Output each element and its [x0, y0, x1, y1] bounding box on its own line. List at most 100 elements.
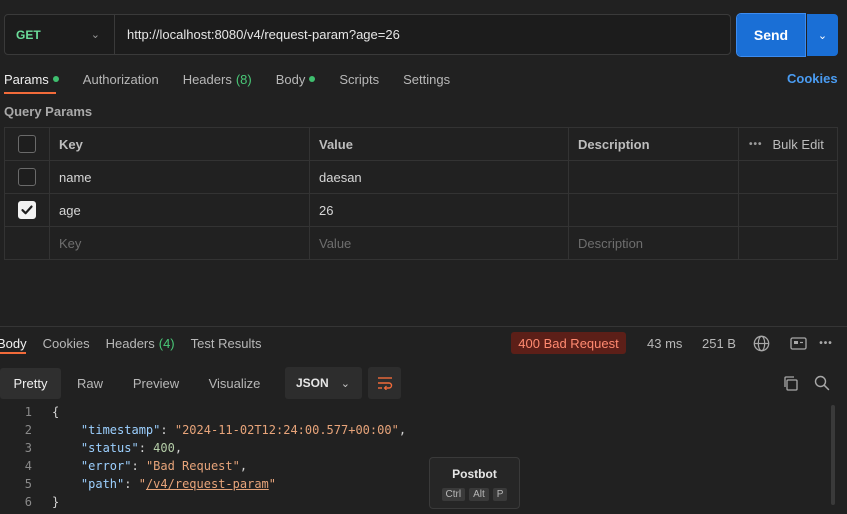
- row-checkbox[interactable]: [18, 201, 36, 219]
- chevron-down-icon: ⌄: [340, 377, 350, 390]
- new-key-input[interactable]: Key: [50, 227, 310, 260]
- more-icon[interactable]: •••: [816, 334, 836, 352]
- header-value: Value: [310, 128, 569, 160]
- select-all-cell: [5, 128, 50, 160]
- shortcut-key: P: [492, 488, 508, 501]
- more-icon: •••: [749, 138, 763, 150]
- tab-label: Authorization: [82, 71, 159, 87]
- code-line: 1{: [24, 405, 60, 419]
- tab-label: Test Results: [190, 335, 262, 351]
- header-actions: ••• Bulk Edit: [739, 128, 837, 160]
- format-label: JSON: [296, 376, 329, 390]
- param-key[interactable]: age: [50, 194, 310, 226]
- tab-label: Body: [0, 335, 27, 351]
- query-params-title: Query Params: [4, 104, 93, 119]
- tab-label: Body: [275, 71, 306, 87]
- tab-label: Scripts: [339, 71, 380, 87]
- bulk-edit-label: Bulk Edit: [772, 136, 824, 152]
- active-tab-indicator: [4, 92, 56, 94]
- view-raw[interactable]: Raw: [61, 368, 119, 399]
- active-tab-indicator: [0, 352, 26, 354]
- chevron-down-icon: ⌄: [90, 29, 100, 41]
- globe-icon[interactable]: [751, 333, 771, 353]
- row-actions: [739, 227, 837, 260]
- scrollbar[interactable]: [831, 405, 835, 505]
- search-icon[interactable]: [812, 374, 832, 392]
- view-visualize[interactable]: Visualize: [193, 368, 276, 399]
- view-pretty[interactable]: Pretty: [0, 368, 61, 399]
- response-divider: [0, 326, 847, 327]
- tab-count: (4): [158, 335, 175, 351]
- chevron-down-icon: ⌄: [817, 29, 828, 42]
- check-icon: [21, 205, 33, 215]
- code-line: 3 "status": 400,: [24, 441, 183, 455]
- query-params-table: Key Value Description ••• Bulk Edit name…: [4, 127, 838, 260]
- table-row: age 26: [5, 194, 837, 227]
- response-tabs: Body Cookies Headers (4) Test Results: [0, 333, 285, 353]
- row-actions: [739, 194, 837, 226]
- tab-label: Headers: [105, 335, 155, 351]
- tab-headers[interactable]: Headers (8): [183, 72, 252, 87]
- request-tabs: Params Authorization Headers (8) Body Scr…: [4, 69, 474, 89]
- param-description[interactable]: [569, 161, 739, 193]
- code-line: 4 "error": "Bad Request",: [24, 459, 248, 473]
- view-mode-tabs: Pretty Raw Preview Visualize: [0, 368, 276, 399]
- postbot-title: Postbot: [452, 467, 497, 481]
- header-description: Description: [569, 128, 739, 160]
- postbot-tooltip[interactable]: Postbot Ctrl Alt P: [429, 457, 520, 509]
- code-line: 2 "timestamp": "2024-11-02T12:24:00.577+…: [24, 423, 407, 437]
- tab-label: Settings: [403, 71, 451, 87]
- view-preview[interactable]: Preview: [119, 368, 193, 399]
- method-label: GET: [16, 27, 41, 42]
- send-options-button[interactable]: ⌄: [807, 14, 838, 56]
- shortcut-key: Ctrl: [441, 488, 466, 501]
- shortcut-key: Alt: [469, 488, 489, 501]
- save-response-icon[interactable]: [788, 334, 808, 352]
- code-line: 5 "path": "/v4/request-param": [24, 477, 277, 491]
- header-key: Key: [50, 128, 310, 160]
- tab-label: Cookies: [42, 335, 90, 351]
- new-description-input[interactable]: Description: [569, 227, 739, 260]
- status-badge[interactable]: 400 Bad Request: [511, 332, 626, 354]
- url-input[interactable]: http://localhost:8080/v4/request-param?a…: [115, 27, 400, 42]
- tab-settings[interactable]: Settings: [403, 72, 450, 87]
- tab-response-headers[interactable]: Headers (4): [106, 336, 175, 351]
- copy-icon[interactable]: [780, 374, 800, 392]
- param-key[interactable]: name: [50, 161, 310, 193]
- row-actions: [739, 161, 837, 193]
- tab-label: Params: [4, 71, 49, 87]
- tab-params[interactable]: Params: [4, 72, 59, 87]
- tab-label: Headers: [182, 71, 232, 87]
- row-check-cell: [5, 161, 50, 193]
- postbot-shortcut: Ctrl Alt P: [441, 488, 508, 501]
- table-row-new: Key Value Description: [5, 227, 837, 260]
- param-description[interactable]: [569, 194, 739, 226]
- tab-authorization[interactable]: Authorization: [83, 72, 159, 87]
- select-all-checkbox[interactable]: [18, 135, 36, 153]
- new-value-input[interactable]: Value: [310, 227, 569, 260]
- tab-scripts[interactable]: Scripts: [339, 72, 379, 87]
- table-header-row: Key Value Description ••• Bulk Edit: [5, 128, 837, 161]
- row-check-cell: [5, 194, 50, 226]
- send-button[interactable]: Send: [736, 13, 806, 57]
- format-select[interactable]: JSON ⌄: [285, 367, 362, 399]
- param-value[interactable]: daesan: [310, 161, 569, 193]
- response-size[interactable]: 251 B: [702, 336, 736, 351]
- tab-response-cookies[interactable]: Cookies: [43, 336, 90, 351]
- code-line: 6}: [24, 495, 60, 509]
- tab-count: (8): [235, 71, 252, 87]
- active-dot: [52, 76, 59, 82]
- response-time[interactable]: 43 ms: [647, 336, 682, 351]
- url-bar: GET ⌄ http://localhost:8080/v4/request-p…: [4, 14, 731, 55]
- param-value[interactable]: 26: [310, 194, 569, 226]
- tab-response-body[interactable]: Body: [0, 336, 27, 351]
- row-checkbox[interactable]: [18, 168, 36, 186]
- cookies-link[interactable]: Cookies: [787, 71, 838, 86]
- tab-body[interactable]: Body: [276, 72, 316, 87]
- active-dot: [309, 76, 316, 82]
- tab-test-results[interactable]: Test Results: [191, 336, 262, 351]
- wrap-icon: [377, 377, 392, 390]
- wrap-lines-button[interactable]: [368, 367, 401, 399]
- bulk-edit-button[interactable]: ••• Bulk Edit: [749, 137, 824, 152]
- method-select[interactable]: GET ⌄: [5, 15, 115, 54]
